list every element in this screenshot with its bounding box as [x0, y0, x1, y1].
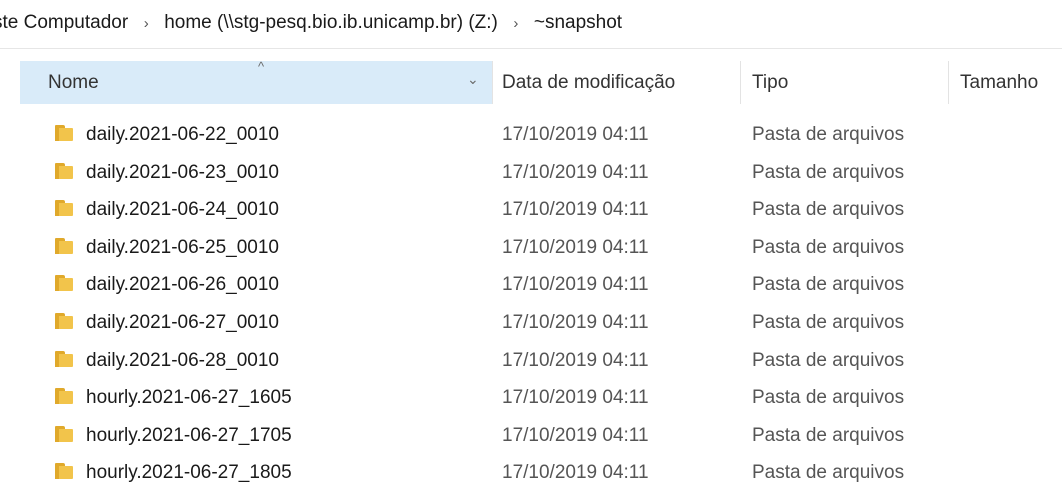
file-modified: 17/10/2019 04:11 — [502, 424, 649, 446]
column-divider[interactable] — [948, 61, 949, 104]
file-type: Pasta de arquivos — [752, 161, 905, 183]
file-type: Pasta de arquivos — [752, 311, 905, 333]
column-divider[interactable] — [740, 61, 741, 104]
file-row[interactable]: daily.2021-06-26_0010 17/10/2019 04:11 P… — [0, 266, 1062, 304]
file-name: hourly.2021-06-27_1805 — [86, 462, 292, 484]
file-modified: 17/10/2019 04:11 — [502, 161, 649, 183]
file-type: Pasta de arquivos — [752, 274, 905, 296]
file-list: daily.2021-06-22_0010 17/10/2019 04:11 P… — [0, 116, 1062, 492]
column-divider[interactable] — [492, 61, 493, 104]
file-name: daily.2021-06-28_0010 — [86, 349, 279, 371]
file-type: Pasta de arquivos — [752, 424, 905, 446]
file-modified: 17/10/2019 04:11 — [502, 311, 649, 333]
file-name: daily.2021-06-24_0010 — [86, 199, 279, 221]
folder-icon — [55, 125, 73, 141]
column-header-name[interactable]: ^ Nome ⌄ — [20, 59, 492, 104]
file-row[interactable]: hourly.2021-06-27_1605 17/10/2019 04:11 … — [0, 379, 1062, 417]
file-type: Pasta de arquivos — [752, 236, 905, 258]
column-header-size[interactable]: Tamanho — [960, 72, 1038, 94]
file-row[interactable]: daily.2021-06-24_0010 17/10/2019 04:11 P… — [0, 191, 1062, 229]
file-row[interactable]: hourly.2021-06-27_1705 17/10/2019 04:11 … — [0, 417, 1062, 455]
file-modified: 17/10/2019 04:11 — [502, 124, 649, 145]
folder-icon — [55, 237, 73, 254]
file-name: daily.2021-06-26_0010 — [86, 274, 279, 296]
folder-icon — [55, 162, 73, 179]
folder-icon — [55, 312, 73, 329]
file-name: daily.2021-06-27_0010 — [86, 311, 279, 333]
column-header-row: ^ Nome ⌄ Data de modificação Tipo Tamanh… — [20, 59, 1062, 104]
folder-icon — [55, 463, 73, 480]
breadcrumb-item-snapshot[interactable]: ~snapshot — [534, 12, 622, 34]
file-modified: 17/10/2019 04:11 — [502, 349, 649, 371]
file-modified: 17/10/2019 04:11 — [502, 236, 649, 258]
file-modified: 17/10/2019 04:11 — [502, 274, 649, 296]
chevron-right-icon[interactable]: › — [128, 15, 164, 32]
column-header-modified[interactable]: Data de modificação — [502, 72, 675, 94]
folder-icon — [55, 200, 73, 217]
file-name: daily.2021-06-22_0010 — [86, 124, 279, 145]
file-modified: 17/10/2019 04:11 — [502, 462, 649, 484]
file-name: daily.2021-06-25_0010 — [86, 236, 279, 258]
file-type: Pasta de arquivos — [752, 387, 905, 409]
folder-icon — [55, 275, 73, 292]
folder-icon — [55, 388, 73, 405]
column-header-name-label: Nome — [48, 72, 99, 93]
chevron-right-icon[interactable]: › — [498, 15, 534, 32]
breadcrumb: ste Computador › home (\\stg-pesq.bio.ib… — [0, 0, 1062, 46]
file-type: Pasta de arquivos — [752, 349, 905, 371]
file-modified: 17/10/2019 04:11 — [502, 387, 649, 409]
address-bar-divider — [0, 48, 1062, 49]
folder-icon — [55, 425, 73, 442]
sort-ascending-icon: ^ — [258, 59, 265, 74]
chevron-down-icon[interactable]: ⌄ — [467, 71, 479, 88]
file-modified: 17/10/2019 04:11 — [502, 199, 649, 221]
file-type: Pasta de arquivos — [752, 462, 905, 484]
file-type: Pasta de arquivos — [752, 199, 905, 221]
breadcrumb-item-home-drive[interactable]: home (\\stg-pesq.bio.ib.unicamp.br) (Z:) — [164, 12, 498, 34]
file-row[interactable]: daily.2021-06-23_0010 17/10/2019 04:11 P… — [0, 154, 1062, 192]
file-name: hourly.2021-06-27_1605 — [86, 387, 292, 409]
file-row[interactable]: daily.2021-06-28_0010 17/10/2019 04:11 P… — [0, 342, 1062, 380]
breadcrumb-item-this-pc[interactable]: ste Computador — [0, 12, 128, 34]
folder-icon — [55, 350, 73, 367]
file-name: daily.2021-06-23_0010 — [86, 161, 279, 183]
file-row[interactable]: daily.2021-06-27_0010 17/10/2019 04:11 P… — [0, 304, 1062, 342]
file-row[interactable]: hourly.2021-06-27_1805 17/10/2019 04:11 … — [0, 454, 1062, 492]
file-type: Pasta de arquivos — [752, 124, 905, 145]
column-header-type[interactable]: Tipo — [752, 72, 788, 94]
file-name: hourly.2021-06-27_1705 — [86, 424, 292, 446]
file-row[interactable]: daily.2021-06-22_0010 17/10/2019 04:11 P… — [0, 116, 1062, 154]
file-row[interactable]: daily.2021-06-25_0010 17/10/2019 04:11 P… — [0, 229, 1062, 267]
